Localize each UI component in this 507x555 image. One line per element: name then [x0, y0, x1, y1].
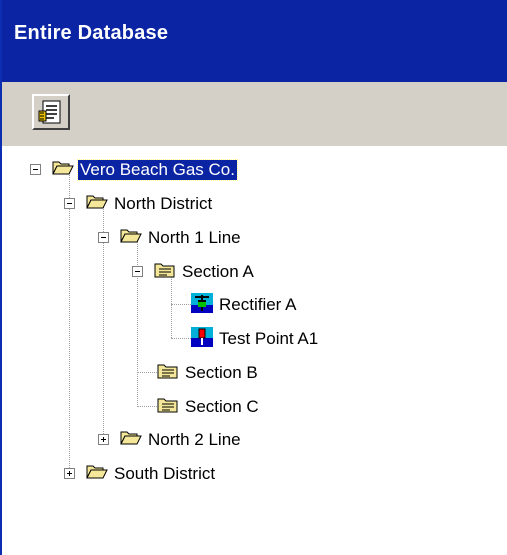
tree-label[interactable]: Section A [182, 262, 254, 282]
collapse-toggle[interactable] [64, 198, 75, 209]
section-folder-icon [154, 261, 176, 284]
tree-label[interactable]: Section C [185, 397, 259, 417]
expand-toggle[interactable] [64, 468, 75, 479]
collapse-toggle[interactable] [98, 232, 109, 243]
section-folder-icon [157, 362, 179, 385]
open-folder-icon [120, 430, 142, 451]
panel-title: Entire Database [14, 22, 169, 44]
open-folder-icon [86, 464, 108, 485]
tree-label[interactable]: North District [114, 194, 212, 214]
open-folder-icon [52, 160, 74, 181]
open-folder-icon [86, 194, 108, 215]
tree-label[interactable]: Vero Beach Gas Co. [77, 159, 238, 181]
tree-node-test-point-a1[interactable]: Test Point A1 [191, 326, 318, 352]
tree-node-south-district[interactable]: South District [64, 461, 215, 487]
tree-node-north-1-line[interactable]: North 1 Line [98, 225, 241, 251]
tree-label[interactable]: Test Point A1 [219, 329, 318, 349]
expand-toggle[interactable] [98, 434, 109, 445]
panel-header: Entire Database [0, 0, 507, 82]
database-tree[interactable]: Vero Beach Gas Co. North District North … [0, 146, 507, 555]
tree-label[interactable]: Rectifier A [219, 295, 296, 315]
section-folder-icon [157, 396, 179, 419]
collapse-toggle[interactable] [132, 266, 143, 277]
tree-node-north-2-line[interactable]: North 2 Line [98, 427, 241, 453]
open-folder-icon [120, 228, 142, 249]
rectifier-icon [191, 292, 213, 318]
tree-label[interactable]: South District [114, 464, 215, 484]
tree-label[interactable]: North 1 Line [148, 228, 241, 248]
tree-node-north-district[interactable]: North District [64, 191, 212, 217]
tree-label[interactable]: Section B [185, 363, 258, 383]
collapse-toggle[interactable] [30, 164, 41, 175]
report-button[interactable] [32, 94, 70, 130]
tree-node-section-c[interactable]: Section C [157, 394, 259, 420]
tree-node-section-b[interactable]: Section B [157, 360, 258, 386]
tree-node-root[interactable]: Vero Beach Gas Co. [30, 157, 238, 183]
report-icon [38, 100, 61, 124]
tree-label[interactable]: North 2 Line [148, 430, 241, 450]
tree-node-section-a[interactable]: Section A [132, 259, 254, 285]
test-point-icon [191, 326, 213, 352]
tree-node-rectifier-a[interactable]: Rectifier A [191, 292, 296, 318]
toolbar [0, 82, 507, 146]
